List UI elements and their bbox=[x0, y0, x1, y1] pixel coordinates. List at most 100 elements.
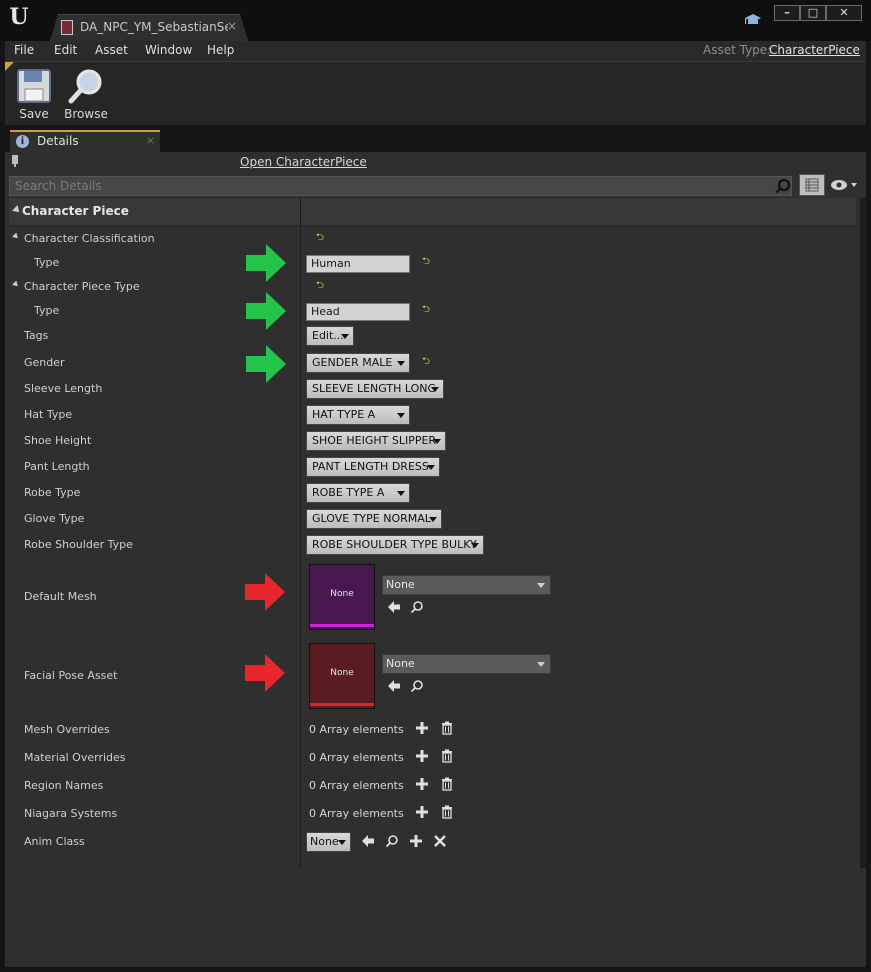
default-mesh-picker[interactable]: None bbox=[382, 575, 551, 595]
property-label-material-overrides: Material Overrides bbox=[24, 751, 126, 764]
classification-type-field[interactable]: Human bbox=[306, 255, 410, 273]
unreal-logo-icon[interactable]: U bbox=[6, 4, 32, 30]
gender-value: GENDER MALE bbox=[312, 356, 393, 369]
reset-to-default-icon[interactable]: ⮌ bbox=[422, 305, 432, 315]
list-view-icon bbox=[805, 178, 819, 192]
save-button[interactable]: Save bbox=[10, 68, 58, 124]
property-label-classification-type: Type bbox=[34, 256, 60, 269]
use-selected-arrow-icon[interactable] bbox=[361, 834, 375, 848]
reset-to-default-icon[interactable]: ⮌ bbox=[422, 357, 432, 367]
property-label-shoe-height: Shoe Height bbox=[24, 434, 92, 447]
chevron-down-icon bbox=[427, 465, 435, 470]
chevron-down-icon bbox=[537, 662, 545, 667]
document-tab[interactable]: DA_NPC_YM_SebastianSe × bbox=[50, 14, 248, 41]
menu-asset[interactable]: Asset bbox=[95, 43, 128, 57]
collapse-arrow-icon[interactable] bbox=[12, 205, 22, 215]
menu-bar: File Edit Asset Window Help Asset Type: … bbox=[5, 41, 866, 61]
chevron-down-icon bbox=[429, 517, 437, 522]
trash-icon[interactable] bbox=[440, 777, 454, 791]
property-label-piece-type: Type bbox=[34, 304, 60, 317]
add-icon[interactable] bbox=[409, 834, 423, 848]
maximize-button[interactable]: □ bbox=[800, 5, 826, 21]
add-element-icon[interactable] bbox=[415, 777, 429, 791]
trash-icon[interactable] bbox=[440, 721, 454, 735]
open-asset-link[interactable]: Open CharacterPiece bbox=[240, 155, 367, 169]
menu-file[interactable]: File bbox=[14, 43, 34, 57]
property-label-robe-type: Robe Type bbox=[24, 486, 81, 499]
use-selected-arrow-icon[interactable] bbox=[387, 600, 401, 614]
browse-label: Browse bbox=[64, 107, 108, 121]
panel-tab-row: i Details × bbox=[5, 126, 866, 152]
browse-button[interactable]: Browse bbox=[62, 68, 110, 124]
add-element-icon[interactable] bbox=[415, 721, 429, 735]
facial-pose-picker[interactable]: None bbox=[382, 654, 551, 674]
robe-type-value: ROBE TYPE A bbox=[312, 486, 385, 499]
column-divider[interactable] bbox=[300, 198, 301, 868]
chevron-down-icon bbox=[433, 439, 441, 444]
search-input[interactable] bbox=[10, 177, 770, 195]
glove-type-dropdown[interactable]: GLOVE TYPE NORMAL bbox=[306, 509, 442, 529]
property-label-sleeve-length: Sleeve Length bbox=[24, 382, 103, 395]
tags-edit-button[interactable]: Edit... bbox=[306, 326, 354, 346]
reset-to-default-icon[interactable]: ⮌ bbox=[316, 281, 326, 291]
add-element-icon[interactable] bbox=[415, 749, 429, 763]
view-options-button[interactable] bbox=[799, 174, 825, 196]
default-mesh-value: None bbox=[386, 578, 415, 591]
robe-type-dropdown[interactable]: ROBE TYPE A bbox=[306, 483, 410, 503]
tab-close-icon[interactable]: × bbox=[227, 19, 237, 33]
mesh-thumbnail[interactable]: None bbox=[309, 564, 375, 630]
property-label-character-classification: Character Classification bbox=[24, 232, 155, 245]
property-label-gender: Gender bbox=[24, 356, 65, 369]
property-label-region-names: Region Names bbox=[24, 779, 104, 792]
pose-thumbnail[interactable]: None bbox=[309, 643, 375, 709]
property-grid: Character Piece Character Classification… bbox=[9, 198, 866, 868]
menu-window[interactable]: Window bbox=[145, 43, 192, 57]
red-arrow-icon bbox=[245, 654, 285, 692]
asset-type-label: Asset Type: bbox=[703, 43, 772, 57]
asset-type-link[interactable]: CharacterPiece bbox=[769, 43, 860, 57]
browse-magnifier-icon[interactable] bbox=[410, 600, 424, 614]
reset-to-default-icon[interactable]: ⮌ bbox=[316, 233, 326, 243]
browse-magnifier-icon[interactable] bbox=[385, 834, 399, 848]
mesh-overrides-count: 0 Array elements bbox=[309, 723, 404, 736]
gender-dropdown[interactable]: GENDER MALE bbox=[306, 353, 410, 373]
robe-shoulder-type-dropdown[interactable]: ROBE SHOULDER TYPE BULKY bbox=[306, 535, 484, 555]
trash-icon[interactable] bbox=[440, 749, 454, 763]
eye-icon[interactable] bbox=[829, 178, 859, 192]
menu-edit[interactable]: Edit bbox=[54, 43, 77, 57]
menu-help[interactable]: Help bbox=[207, 43, 234, 57]
pose-thumbnail-label: None bbox=[330, 668, 354, 678]
reset-to-default-icon[interactable]: ⮌ bbox=[422, 257, 432, 267]
clear-icon[interactable] bbox=[433, 834, 447, 848]
add-element-icon[interactable] bbox=[415, 805, 429, 819]
property-label-pant-length: Pant Length bbox=[24, 460, 90, 473]
property-label-niagara-systems: Niagara Systems bbox=[24, 807, 118, 820]
scrollbar[interactable] bbox=[860, 198, 866, 868]
graduation-cap-icon[interactable] bbox=[744, 13, 762, 27]
browse-magnifier-icon[interactable] bbox=[410, 679, 424, 693]
expand-arrow-icon[interactable] bbox=[12, 280, 20, 289]
expand-arrow-icon[interactable] bbox=[12, 232, 20, 241]
search-box bbox=[9, 176, 792, 196]
property-label-anim-class: Anim Class bbox=[24, 835, 85, 848]
piece-type-field[interactable]: Head bbox=[306, 303, 410, 321]
shoe-height-dropdown[interactable]: SHOE HEIGHT SLIPPER bbox=[306, 431, 446, 451]
tab-details[interactable]: i Details × bbox=[10, 130, 160, 152]
sleeve-length-dropdown[interactable]: SLEEVE LENGTH LONG bbox=[306, 379, 444, 399]
robe-shoulder-type-value: ROBE SHOULDER TYPE BULKY bbox=[312, 538, 477, 551]
pant-length-value: PANT LENGTH DRESS bbox=[312, 460, 429, 473]
anim-class-value: None bbox=[310, 835, 339, 848]
property-label-default-mesh: Default Mesh bbox=[24, 590, 97, 603]
mesh-thumbnail-label: None bbox=[330, 589, 354, 599]
anim-class-dropdown[interactable]: None bbox=[306, 832, 351, 852]
minimize-button[interactable]: – bbox=[774, 5, 800, 21]
hat-type-dropdown[interactable]: HAT TYPE A bbox=[306, 405, 410, 425]
category-header[interactable]: Character Piece bbox=[9, 198, 856, 226]
lock-icon[interactable] bbox=[11, 155, 19, 167]
trash-icon[interactable] bbox=[440, 805, 454, 819]
close-window-button[interactable]: ✕ bbox=[826, 5, 862, 21]
pant-length-dropdown[interactable]: PANT LENGTH DRESS bbox=[306, 457, 440, 477]
tab-close-icon[interactable]: × bbox=[146, 134, 155, 147]
search-icon[interactable] bbox=[775, 178, 791, 194]
use-selected-arrow-icon[interactable] bbox=[387, 679, 401, 693]
